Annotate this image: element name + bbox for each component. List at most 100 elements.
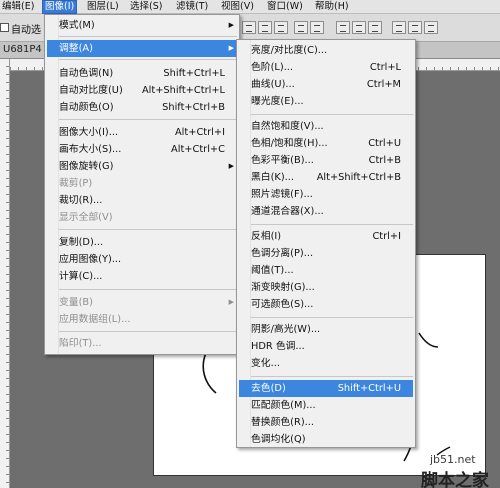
menu-item-duplicate[interactable]: 复制(D)... [47, 234, 237, 251]
menu-item-label: 色调均化(Q) [251, 434, 306, 445]
menu-item-shortcut: Ctrl+L [369, 62, 401, 73]
menu-item-shortcut: Shift+Ctrl+U [337, 383, 401, 394]
menu-item-trim[interactable]: 裁切(R)... [47, 192, 237, 209]
submenu-arrow-icon: ▶ [228, 21, 234, 29]
menu-item-hue-saturation[interactable]: 色相/饱和度(H)... Ctrl+U [239, 135, 413, 152]
menu-item-auto-contrast[interactable]: 自动对比度(U) Alt+Shift+Ctrl+L [47, 82, 237, 99]
separator [59, 119, 237, 120]
adjustments-submenu: 亮度/对比度(C)... 色阶(L)... Ctrl+L 曲线(U)... Ct… [236, 39, 416, 448]
menu-item-replace-color[interactable]: 替换颜色(R)... [239, 414, 413, 431]
distribute-top-icon[interactable] [336, 21, 350, 34]
separator [59, 331, 237, 332]
menu-item-label: 裁切(R)... [59, 195, 103, 206]
menu-item-variations[interactable]: 变化... [239, 355, 413, 372]
menu-item-crop: 裁剪(P) [47, 175, 237, 192]
image-menu: 模式(M) ▶ 调整(A) ▶ 自动色调(N) Shift+Ctrl+L 自动对… [44, 14, 240, 355]
menu-item-image-size[interactable]: 图像大小(I)... Alt+Ctrl+I [47, 124, 237, 141]
menu-item-label: 替换颜色(R)... [251, 417, 314, 428]
menu-item-shortcut: Shift+Ctrl+B [162, 102, 225, 113]
auto-select-checkbox[interactable] [0, 23, 9, 32]
menu-item-posterize[interactable]: 色调分离(P)... [239, 245, 413, 262]
menu-item-curves[interactable]: 曲线(U)... Ctrl+M [239, 76, 413, 93]
distribute-center-icon[interactable] [408, 21, 422, 34]
menu-view[interactable]: 视图(V) [219, 0, 256, 14]
menu-item-label: 应用图像(Y)... [59, 254, 122, 265]
menu-item-trap: 陷印(T)... [47, 335, 237, 352]
distribute-middle-icon[interactable] [352, 21, 366, 34]
menu-item-selective-color[interactable]: 可选颜色(S)... [239, 296, 413, 313]
menu-item-label: 自动色调(N) [59, 68, 114, 79]
menu-item-label: 复制(D)... [59, 237, 104, 248]
watermark-site-name: 脚本之家 [421, 471, 489, 488]
align-middle-icon[interactable] [258, 21, 272, 34]
align-top-icon[interactable] [242, 21, 256, 34]
menu-item-label: 亮度/对比度(C)... [251, 45, 328, 56]
distribute-right-icon[interactable] [424, 21, 438, 34]
align-center-icon[interactable] [310, 21, 324, 34]
menu-item-label: 计算(C)... [59, 271, 103, 282]
menu-item-canvas-size[interactable]: 画布大小(S)... Alt+Ctrl+C [47, 141, 237, 158]
separator [59, 59, 237, 60]
menu-item-desaturate[interactable]: 去色(D) Shift+Ctrl+U [239, 380, 413, 397]
menu-item-photo-filter[interactable]: 照片滤镜(F)... [239, 186, 413, 203]
menu-item-levels[interactable]: 色阶(L)... Ctrl+L [239, 59, 413, 76]
menu-item-adjustments[interactable]: 调整(A) ▶ [47, 40, 237, 57]
menu-edit[interactable]: 编辑(E) [0, 0, 36, 14]
menu-item-label: 自动颜色(O) [59, 102, 114, 113]
menu-item-label: 黑白(K)... [251, 172, 295, 183]
menu-item-label: 显示全部(V) [59, 212, 113, 223]
submenu-arrow-icon: ▶ [228, 44, 234, 52]
menu-item-brightness-contrast[interactable]: 亮度/对比度(C)... [239, 42, 413, 59]
menu-item-channel-mixer[interactable]: 通道混合器(X)... [239, 203, 413, 220]
menu-item-label: 色彩平衡(B)... [251, 155, 314, 166]
menu-item-apply-image[interactable]: 应用图像(Y)... [47, 251, 237, 268]
menu-item-label: 应用数据组(L)... [59, 314, 131, 325]
separator [59, 36, 237, 37]
menu-item-label: 色调分离(P)... [251, 248, 314, 259]
menu-item-label: 自然饱和度(V)... [251, 121, 324, 132]
left-ruler [0, 59, 10, 488]
menu-item-exposure[interactable]: 曝光度(E)... [239, 93, 413, 110]
menu-item-threshold[interactable]: 阈值(T)... [239, 262, 413, 279]
menu-filter[interactable]: 滤镜(T) [174, 0, 210, 14]
menu-item-black-white[interactable]: 黑白(K)... Alt+Shift+Ctrl+B [239, 169, 413, 186]
menu-item-label: 色阶(L)... [251, 62, 294, 73]
menu-item-hdr-toning[interactable]: HDR 色调... [239, 338, 413, 355]
menu-item-invert[interactable]: 反相(I) Ctrl+I [239, 228, 413, 245]
menu-help[interactable]: 帮助(H) [313, 0, 351, 14]
menu-item-label: 去色(D) [251, 383, 286, 394]
menu-image[interactable]: 图像(I) [42, 0, 78, 14]
menu-item-label: 曲线(U)... [251, 79, 295, 90]
menu-item-shortcut: Ctrl+U [368, 138, 401, 149]
menu-item-label: 裁剪(P) [59, 178, 93, 189]
menu-item-equalize[interactable]: 色调均化(Q) [239, 431, 413, 448]
align-bottom-icon[interactable] [274, 21, 288, 34]
submenu-arrow-icon: ▶ [228, 162, 234, 170]
menu-item-label: 调整(A) [59, 43, 93, 54]
menu-item-auto-tone[interactable]: 自动色调(N) Shift+Ctrl+L [47, 65, 237, 82]
menu-item-mode[interactable]: 模式(M) ▶ [47, 17, 237, 34]
menu-select[interactable]: 选择(S) [128, 0, 164, 14]
menu-item-shortcut: Alt+Shift+Ctrl+L [141, 85, 225, 96]
menu-item-match-color[interactable]: 匹配颜色(M)... [239, 397, 413, 414]
menu-item-calculations[interactable]: 计算(C)... [47, 268, 237, 285]
submenu-arrow-icon: ▶ [228, 298, 234, 306]
distribute-left-icon[interactable] [392, 21, 406, 34]
menu-item-color-balance[interactable]: 色彩平衡(B)... Ctrl+B [239, 152, 413, 169]
align-left-icon[interactable] [294, 21, 308, 34]
menu-item-label: 模式(M) [59, 20, 95, 31]
menu-item-shortcut: Alt+Shift+Ctrl+B [316, 172, 401, 183]
menu-window[interactable]: 窗口(W) [265, 0, 305, 14]
distribute-bottom-icon[interactable] [368, 21, 382, 34]
menu-item-shadows-highlights[interactable]: 阴影/高光(W)... [239, 321, 413, 338]
menu-item-image-rotation[interactable]: 图像旋转(G) ▶ [47, 158, 237, 175]
menu-item-label: HDR 色调... [251, 341, 305, 352]
watermark-url: jb51.net [430, 453, 476, 466]
menu-item-auto-color[interactable]: 自动颜色(O) Shift+Ctrl+B [47, 99, 237, 116]
menu-item-shortcut: Ctrl+B [368, 155, 401, 166]
menu-item-label: 阴影/高光(W)... [251, 324, 321, 335]
menu-item-vibrance[interactable]: 自然饱和度(V)... [239, 118, 413, 135]
menu-item-gradient-map[interactable]: 渐变映射(G)... [239, 279, 413, 296]
menu-layer[interactable]: 图层(L) [85, 0, 121, 14]
separator [251, 114, 413, 115]
